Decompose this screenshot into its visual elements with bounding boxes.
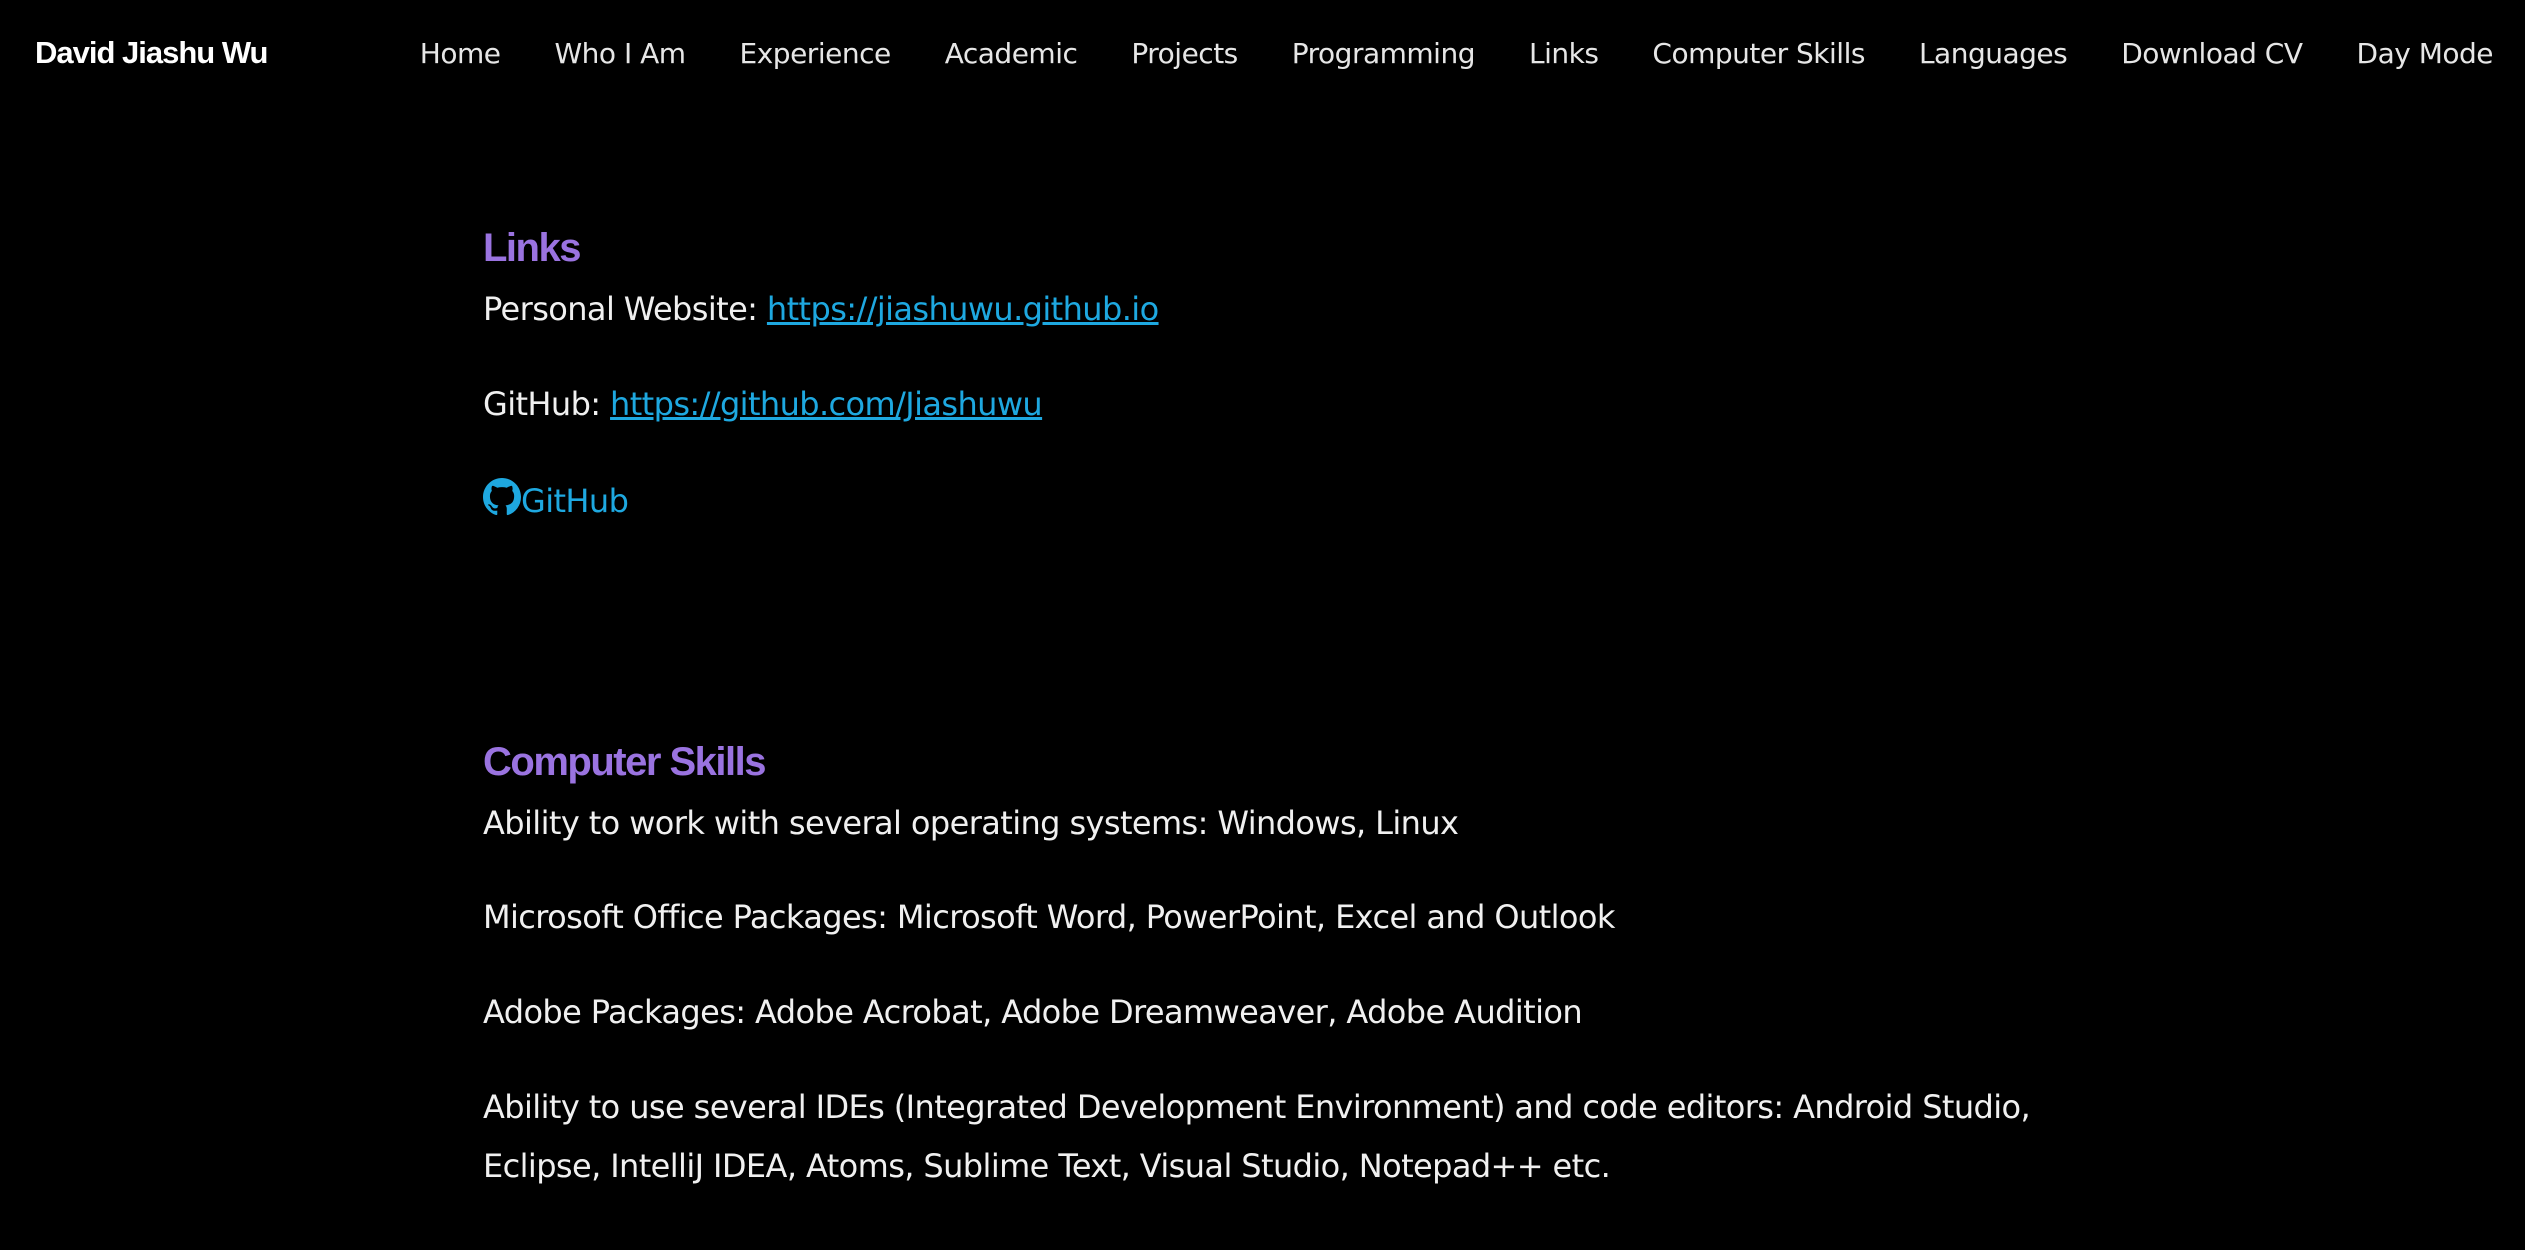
personal-website-link[interactable]: https://jiashuwu.github.io	[767, 290, 1159, 328]
nav-home[interactable]: Home	[420, 37, 501, 70]
skill-item-microsoft-office: Microsoft Office Packages: Microsoft Wor…	[483, 898, 1615, 936]
personal-website-label: Personal Website:	[483, 290, 767, 328]
nav-links[interactable]: Links	[1529, 37, 1599, 70]
skill-item-adobe: Adobe Packages: Adobe Acrobat, Adobe Dre…	[483, 993, 1583, 1031]
nav-languages[interactable]: Languages	[1919, 37, 2068, 70]
nav-links: Home Who I Am Experience Academic Projec…	[420, 0, 2494, 106]
nav-academic[interactable]: Academic	[945, 37, 1078, 70]
github-label: GitHub:	[483, 385, 611, 423]
nav-download-cv[interactable]: Download CV	[2121, 37, 2303, 70]
github-badge-link[interactable]: GitHub	[483, 478, 629, 524]
nav-experience[interactable]: Experience	[740, 37, 892, 70]
links-section-title: Links	[483, 226, 581, 270]
github-icon	[483, 478, 521, 524]
personal-website-line: Personal Website: https://jiashuwu.githu…	[483, 290, 1159, 328]
nav-projects[interactable]: Projects	[1131, 37, 1238, 70]
nav-who-i-am[interactable]: Who I Am	[554, 37, 686, 70]
skill-item-ides-line-2: Eclipse, IntelliJ IDEA, Atoms, Sublime T…	[483, 1147, 1611, 1185]
nav-computer-skills[interactable]: Computer Skills	[1652, 37, 1865, 70]
top-navbar: David Jiashu Wu Home Who I Am Experience…	[0, 0, 2525, 106]
github-url-link[interactable]: https://github.com/Jiashuwu	[610, 385, 1043, 423]
nav-day-mode-toggle[interactable]: Day Mode	[2357, 37, 2494, 70]
computer-skills-section-title: Computer Skills	[483, 740, 767, 784]
skill-item-ides-line-1: Ability to use several IDEs (Integrated …	[483, 1088, 2031, 1126]
nav-programming[interactable]: Programming	[1292, 37, 1476, 70]
github-line: GitHub: https://github.com/Jiashuwu	[483, 385, 1043, 423]
site-brand[interactable]: David Jiashu Wu	[35, 35, 268, 71]
skill-item-os: Ability to work with several operating s…	[483, 804, 1459, 842]
github-badge-label: GitHub	[521, 482, 629, 520]
